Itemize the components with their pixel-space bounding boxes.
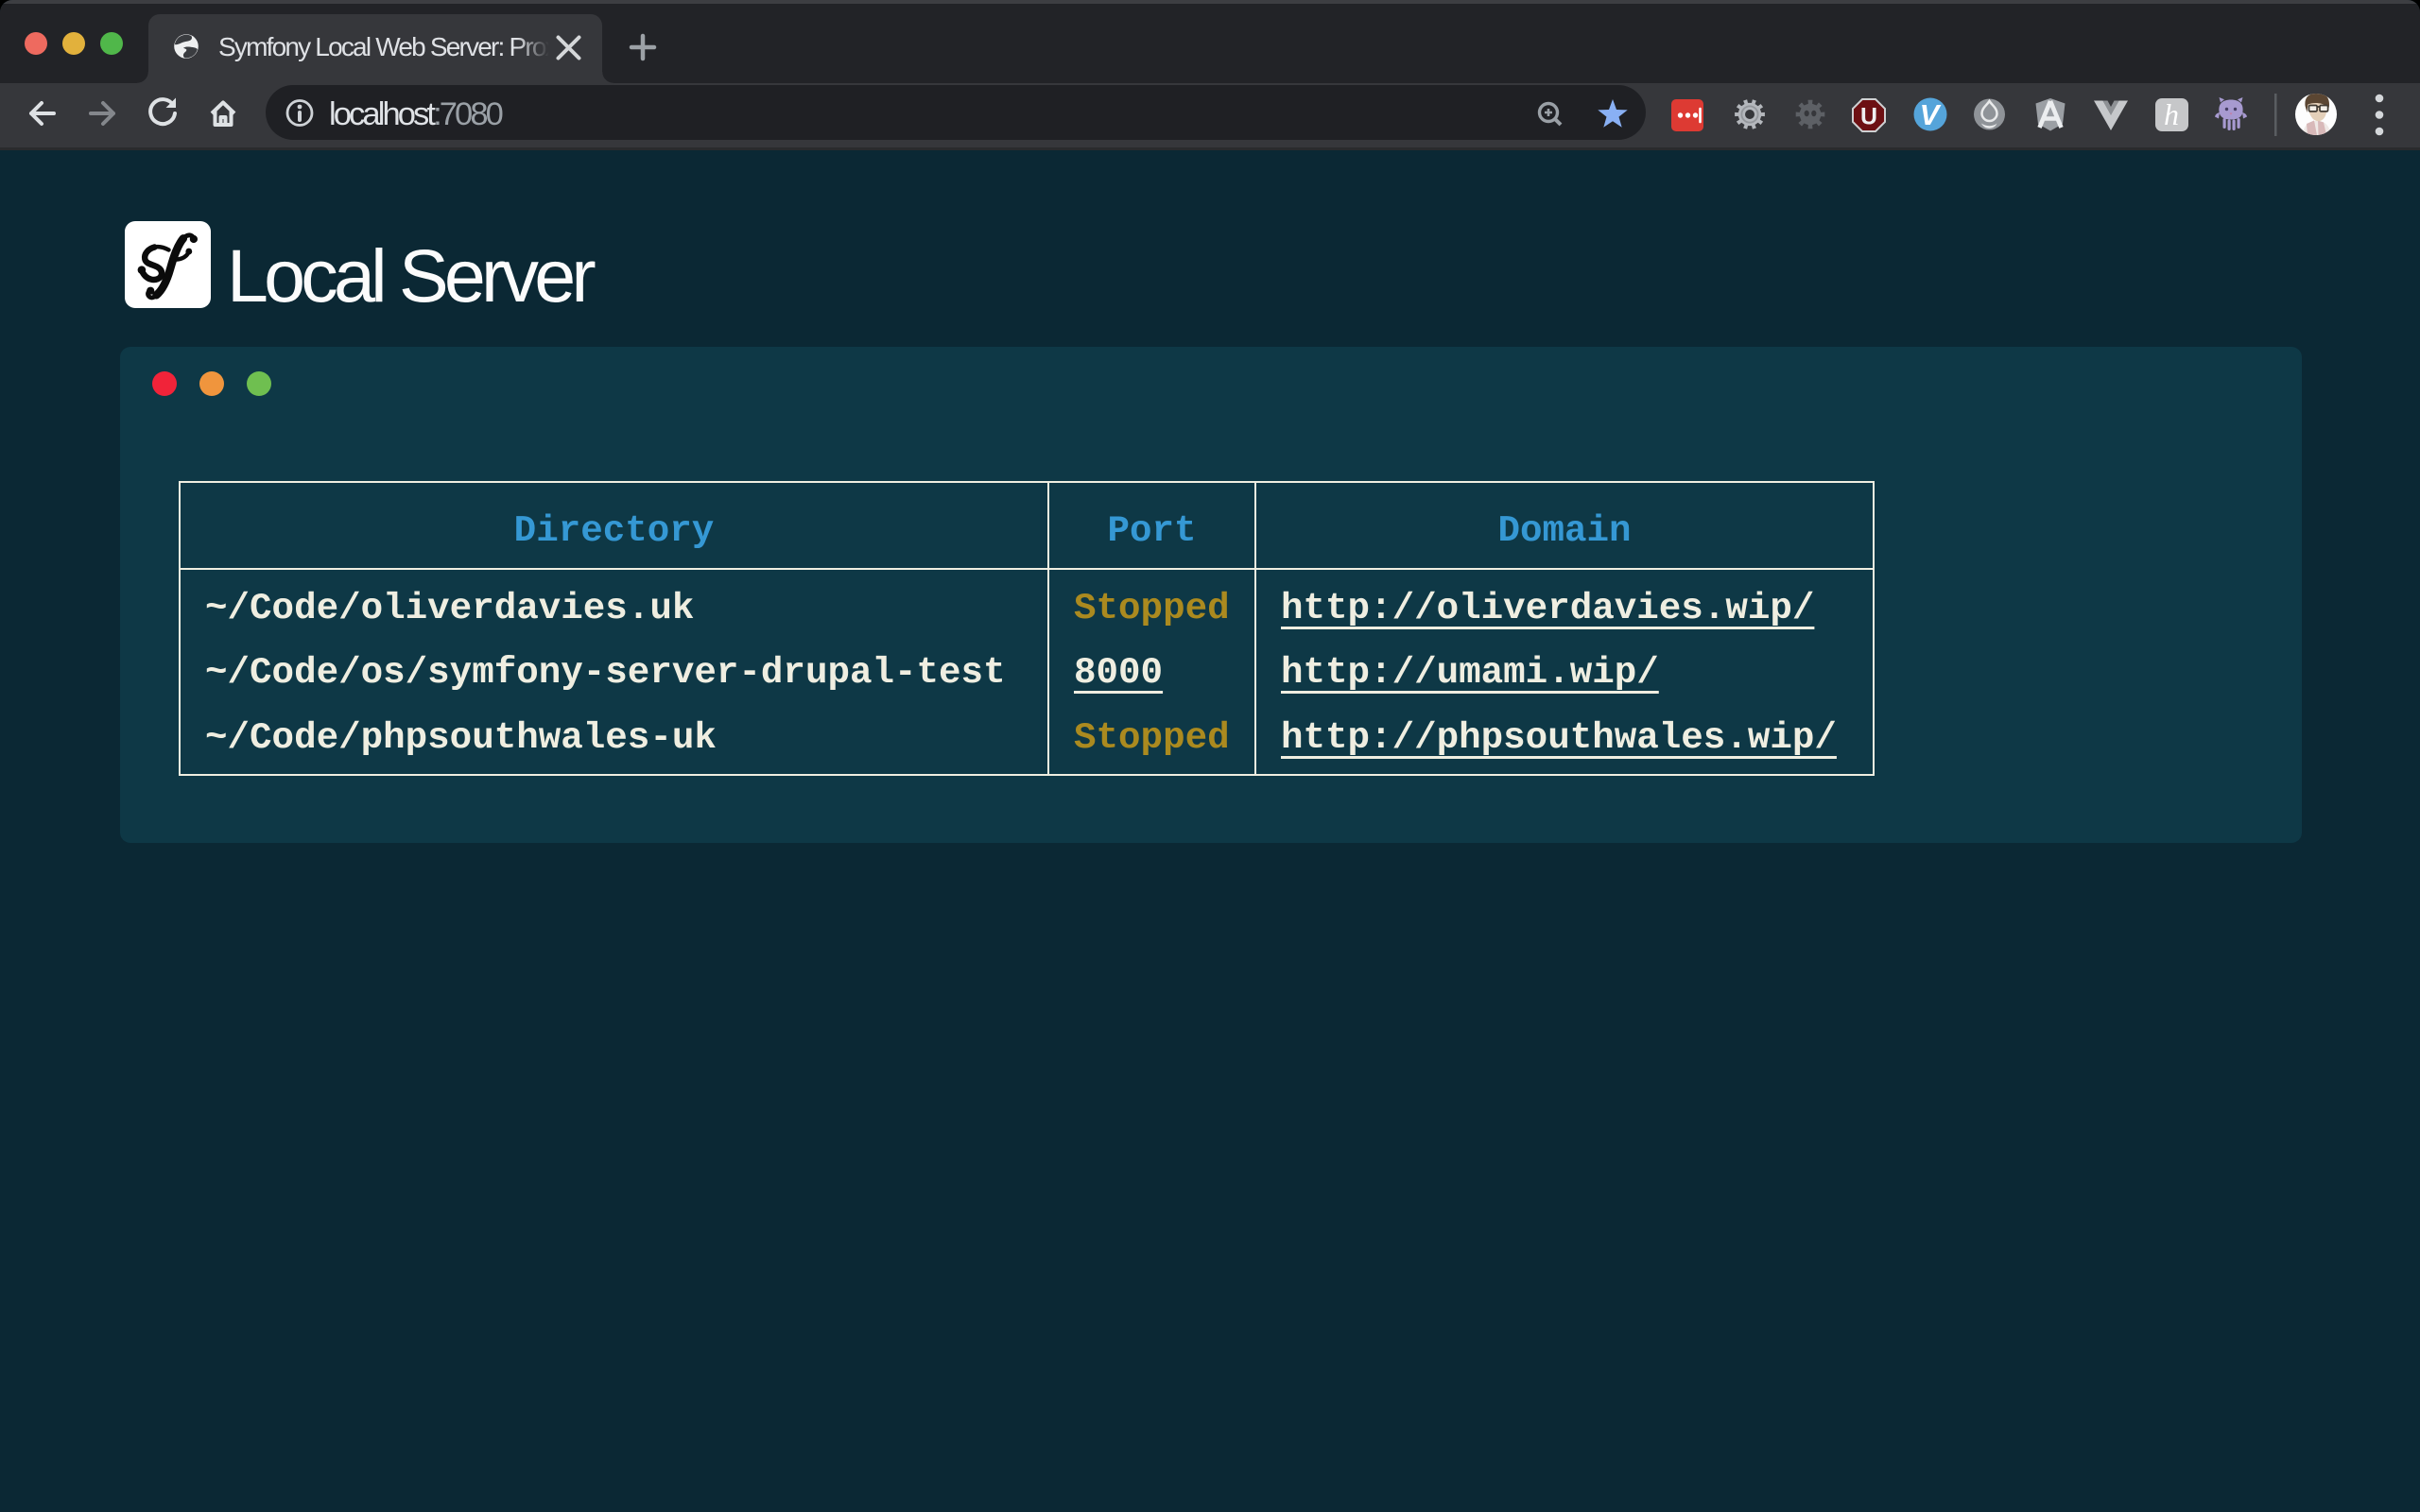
svg-text:h: h (2164, 97, 2179, 131)
svg-text:V: V (1920, 98, 1942, 131)
svg-text:U: U (1860, 104, 1877, 130)
